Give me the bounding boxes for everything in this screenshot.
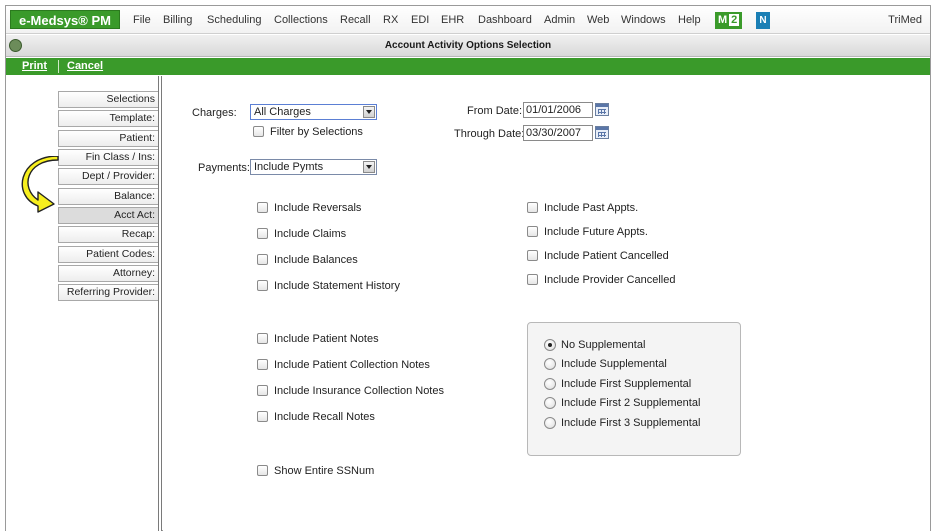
menu-collections[interactable]: Collections (274, 14, 328, 26)
include-reversals-checkbox[interactable] (257, 202, 268, 213)
menu-rx[interactable]: RX (383, 14, 398, 26)
m2-badge-letter: M (718, 14, 728, 26)
tab-referring-provider[interactable]: Referring Provider: (58, 284, 159, 301)
menu-web[interactable]: Web (587, 14, 609, 26)
n-badge[interactable]: N (756, 12, 770, 29)
include-supplemental-label: Include Supplemental (561, 358, 667, 370)
chevron-down-icon (363, 106, 375, 118)
menu-dashboard[interactable]: Dashboard (478, 14, 532, 26)
include-patient-cancelled-checkbox[interactable] (527, 250, 538, 261)
from-date-input[interactable]: 01/01/2006 (523, 102, 593, 118)
include-patient-collection-notes-checkbox[interactable] (257, 359, 268, 370)
tab-template[interactable]: Template: (58, 110, 159, 127)
include-insurance-collection-notes-label: Include Insurance Collection Notes (274, 385, 444, 397)
menu-admin[interactable]: Admin (544, 14, 575, 26)
calendar-icon[interactable] (595, 103, 609, 116)
calendar-icon[interactable] (595, 126, 609, 139)
payments-label: Payments: (198, 162, 250, 174)
app-logo: e-Medsys® PM (10, 10, 120, 29)
window-title: Account Activity Options Selection (384, 40, 552, 51)
menu-file[interactable]: File (133, 14, 151, 26)
options-content: Charges: All Charges Filter by Selection… (163, 76, 930, 531)
tab-attorney[interactable]: Attorney: (58, 265, 159, 282)
tab-fin-class[interactable]: Fin Class / Ins: (58, 149, 159, 166)
include-recall-notes-label: Include Recall Notes (274, 411, 375, 423)
title-bar: Account Activity Options Selection (6, 35, 930, 57)
from-date-label: From Date: (467, 105, 523, 117)
include-claims-checkbox[interactable] (257, 228, 268, 239)
include-provider-cancelled-checkbox[interactable] (527, 274, 538, 285)
include-insurance-collection-notes-checkbox[interactable] (257, 385, 268, 396)
tab-patient[interactable]: Patient: (58, 130, 159, 147)
include-supplemental-radio[interactable] (544, 358, 556, 370)
include-first-2-supplemental-radio[interactable] (544, 397, 556, 409)
include-first-2-supplemental-label: Include First 2 Supplemental (561, 397, 701, 409)
include-patient-collection-notes-label: Include Patient Collection Notes (274, 359, 430, 371)
include-balances-label: Include Balances (274, 254, 358, 266)
cancel-button[interactable]: Cancel (67, 60, 103, 72)
action-bar: Print Cancel (6, 58, 930, 75)
include-first-supplemental-radio[interactable] (544, 378, 556, 390)
tab-balance[interactable]: Balance: (58, 188, 159, 205)
charges-value: All Charges (254, 106, 311, 118)
include-statement-history-checkbox[interactable] (257, 280, 268, 291)
show-entire-ssnum-label: Show Entire SSNum (274, 465, 375, 477)
menu-edi[interactable]: EDI (411, 14, 429, 26)
chevron-down-icon (363, 161, 375, 173)
menu-windows[interactable]: Windows (621, 14, 666, 26)
supplemental-group: No Supplemental Include Supplemental Inc… (527, 322, 741, 456)
through-date-input[interactable]: 03/30/2007 (523, 125, 593, 141)
payments-select[interactable]: Include Pymts (250, 159, 377, 175)
tab-acct-act[interactable]: Acct Act: (58, 207, 159, 224)
include-patient-notes-label: Include Patient Notes (274, 333, 379, 345)
include-first-3-supplemental-label: Include First 3 Supplemental (561, 417, 701, 429)
include-recall-notes-checkbox[interactable] (257, 411, 268, 422)
no-supplemental-label: No Supplemental (561, 339, 646, 351)
include-future-appts-label: Include Future Appts. (544, 226, 648, 238)
charges-select[interactable]: All Charges (250, 104, 377, 120)
m2-badge-number: 2 (729, 14, 740, 26)
tab-patient-codes[interactable]: Patient Codes: (58, 246, 159, 263)
include-provider-cancelled-label: Include Provider Cancelled (544, 274, 676, 286)
include-patient-cancelled-label: Include Patient Cancelled (544, 250, 669, 262)
include-first-3-supplemental-radio[interactable] (544, 417, 556, 429)
tab-selections[interactable]: Selections (58, 91, 159, 108)
filter-by-selections-label: Filter by Selections (270, 126, 363, 138)
include-claims-label: Include Claims (274, 228, 347, 240)
show-entire-ssnum-checkbox[interactable] (257, 465, 268, 476)
menu-bar: e-Medsys® PM File Billing Scheduling Col… (6, 6, 930, 34)
charges-label: Charges: (192, 107, 237, 119)
tab-dept-provider[interactable]: Dept / Provider: (58, 168, 159, 185)
include-past-appts-label: Include Past Appts. (544, 202, 639, 214)
tab-recap[interactable]: Recap: (58, 226, 159, 243)
print-button[interactable]: Print (22, 60, 47, 72)
include-reversals-label: Include Reversals (274, 202, 362, 214)
include-patient-notes-checkbox[interactable] (257, 333, 268, 344)
menu-recall[interactable]: Recall (340, 14, 371, 26)
curved-arrow-icon (21, 156, 59, 213)
through-date-label: Through Date: (454, 128, 525, 140)
action-separator (58, 60, 59, 73)
filter-by-selections-checkbox[interactable] (253, 126, 264, 137)
no-supplemental-radio[interactable] (544, 339, 556, 351)
include-statement-history-label: Include Statement History (274, 280, 400, 292)
include-first-supplemental-label: Include First Supplemental (561, 378, 692, 390)
brand-name: TriMed (888, 14, 922, 26)
include-balances-checkbox[interactable] (257, 254, 268, 265)
m2-badge[interactable]: M2 (715, 12, 743, 29)
include-future-appts-checkbox[interactable] (527, 226, 538, 237)
menu-scheduling[interactable]: Scheduling (207, 14, 261, 26)
menu-help[interactable]: Help (678, 14, 701, 26)
payments-value: Include Pymts (254, 161, 324, 173)
include-past-appts-checkbox[interactable] (527, 202, 538, 213)
menu-ehr[interactable]: EHR (441, 14, 464, 26)
menu-billing[interactable]: Billing (163, 14, 192, 26)
options-tab-panel: Selections Template: Patient: Fin Class … (6, 76, 162, 531)
app-window: e-Medsys® PM File Billing Scheduling Col… (5, 5, 931, 531)
